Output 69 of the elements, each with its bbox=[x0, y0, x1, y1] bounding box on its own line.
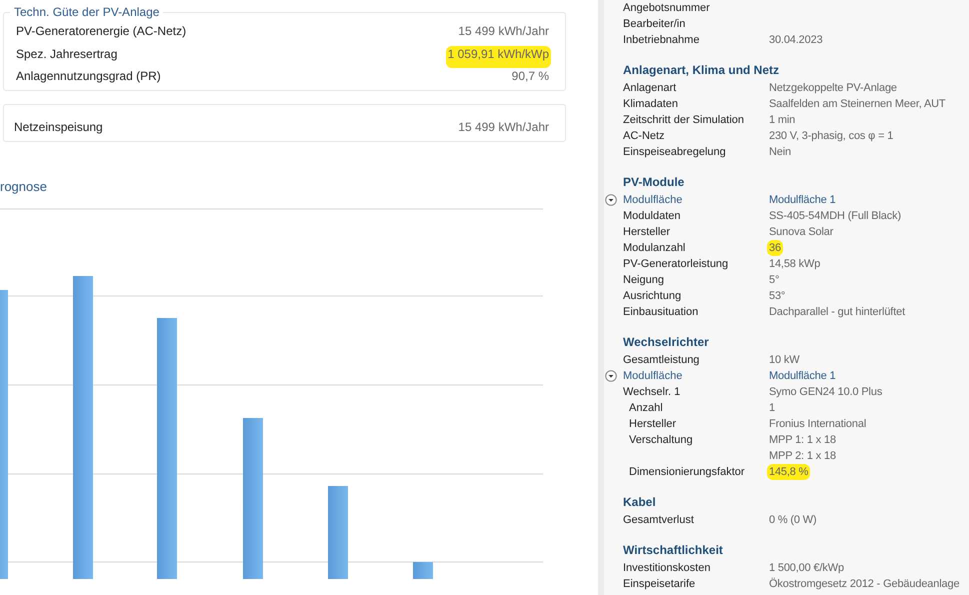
row-value: 1 bbox=[768, 401, 776, 416]
row-label: Modulanzahl bbox=[623, 242, 686, 254]
row-label: Netzeinspeisung bbox=[14, 119, 103, 136]
row-value: 5° bbox=[768, 273, 780, 288]
row-value: Saalfelden am Steinernen Meer, AUT bbox=[768, 97, 947, 112]
row-label[interactable]: Modulfläche bbox=[623, 194, 682, 206]
row-value: 1 500,00 €/kWp bbox=[768, 561, 845, 576]
row-value: 15 499 kWh/Jahr bbox=[457, 119, 550, 136]
row-value[interactable]: Modulfläche 1 bbox=[767, 368, 838, 384]
section-heading: PV-Module bbox=[623, 174, 686, 191]
row-value: 36 bbox=[767, 240, 783, 256]
row-label: Einspeiseabregelung bbox=[623, 146, 726, 158]
row-value: 1 min bbox=[768, 113, 796, 128]
row-label: Ausrichtung bbox=[623, 290, 682, 302]
row-label: Dimensionierungsfaktor bbox=[629, 466, 745, 478]
row-value: 15 499 kWh/Jahr bbox=[457, 23, 550, 40]
row-value: SS-405-54MDH (Full Black) bbox=[768, 209, 902, 224]
row-label: Anzahl bbox=[629, 402, 663, 414]
row-value: 230 V, 3-phasig, cos φ = 1 bbox=[768, 129, 894, 144]
row-value: 90,7 % bbox=[510, 68, 550, 85]
row-value: Fronius International bbox=[768, 417, 868, 432]
row-label: Investitionskosten bbox=[623, 562, 710, 574]
row-label: Einbausituation bbox=[623, 306, 698, 318]
row-label: Inbetriebnahme bbox=[623, 34, 700, 46]
row-value: Ökostromgesetz 2012 - Gebäudeanlage bbox=[768, 576, 960, 592]
dropdown-icon[interactable] bbox=[605, 194, 617, 206]
row-label: Bearbeiter/in bbox=[623, 18, 686, 30]
row-value: Dachparallel - gut hinterlüftet bbox=[768, 305, 906, 320]
row-value: 30.04.2023 bbox=[768, 33, 824, 48]
row-label: PV-Generatorleistung bbox=[623, 258, 728, 270]
row-value: MPP 1: 1 x 18 bbox=[768, 433, 837, 448]
row-label: Gesamtverlust bbox=[623, 514, 694, 526]
row-value: 10 kW bbox=[768, 353, 800, 368]
row-label: Anlagennutzungsgrad (PR) bbox=[16, 68, 161, 85]
row-value: Netzgekoppelte PV-Anlage bbox=[768, 81, 898, 96]
row-label: Angebotsnummer bbox=[623, 2, 710, 14]
row-value: Nein bbox=[768, 145, 792, 160]
row-value: Sunova Solar bbox=[768, 225, 834, 240]
row-label: PV-Generatorenergie (AC-Netz) bbox=[16, 23, 186, 40]
row-value: 1 059,91 kWh/kWp bbox=[446, 46, 551, 68]
row-value[interactable]: Modulfläche 1 bbox=[767, 192, 838, 208]
row-value: 0 % (0 W) bbox=[768, 513, 818, 528]
row-label: Verschaltung bbox=[629, 434, 693, 446]
row-label: Hersteller bbox=[629, 418, 676, 430]
section-heading: Kabel bbox=[623, 494, 657, 511]
row-label: AC-Netz bbox=[623, 130, 665, 142]
group-title: Techn. Güte der PV-Anlage bbox=[10, 5, 164, 19]
row-label: Anlagenart bbox=[623, 82, 676, 94]
section-heading: Anlagenart, Klima und Netz bbox=[623, 62, 780, 79]
row-label: Wechselr. 1 bbox=[623, 386, 680, 398]
row-value: MPP 2: 1 x 18 bbox=[768, 449, 837, 464]
row-label[interactable]: Modulfläche bbox=[623, 370, 682, 382]
row-label: Gesamtleistung bbox=[623, 354, 700, 366]
row-label: Zeitschritt der Simulation bbox=[623, 114, 744, 126]
section-heading: Wechselrichter bbox=[623, 334, 710, 351]
row-label: Spez. Jahresertrag bbox=[16, 46, 118, 62]
section-heading: Wirtschaftlichkeit bbox=[623, 542, 724, 559]
row-value: 14,58 kWp bbox=[768, 257, 822, 272]
row-value: 145,8 % bbox=[767, 464, 810, 480]
dropdown-icon[interactable] bbox=[605, 370, 617, 382]
row-label: Klimadaten bbox=[623, 98, 678, 110]
row-label: Neigung bbox=[623, 274, 664, 286]
row-value: Symo GEN24 10.0 Plus bbox=[768, 385, 884, 400]
chart-title: rognose bbox=[0, 180, 48, 194]
row-label: Moduldaten bbox=[623, 210, 680, 222]
row-label: Einspeisetarife bbox=[623, 578, 696, 590]
row-value: 53° bbox=[768, 289, 786, 304]
row-label: Hersteller bbox=[623, 226, 670, 238]
chart-bar bbox=[413, 562, 433, 579]
